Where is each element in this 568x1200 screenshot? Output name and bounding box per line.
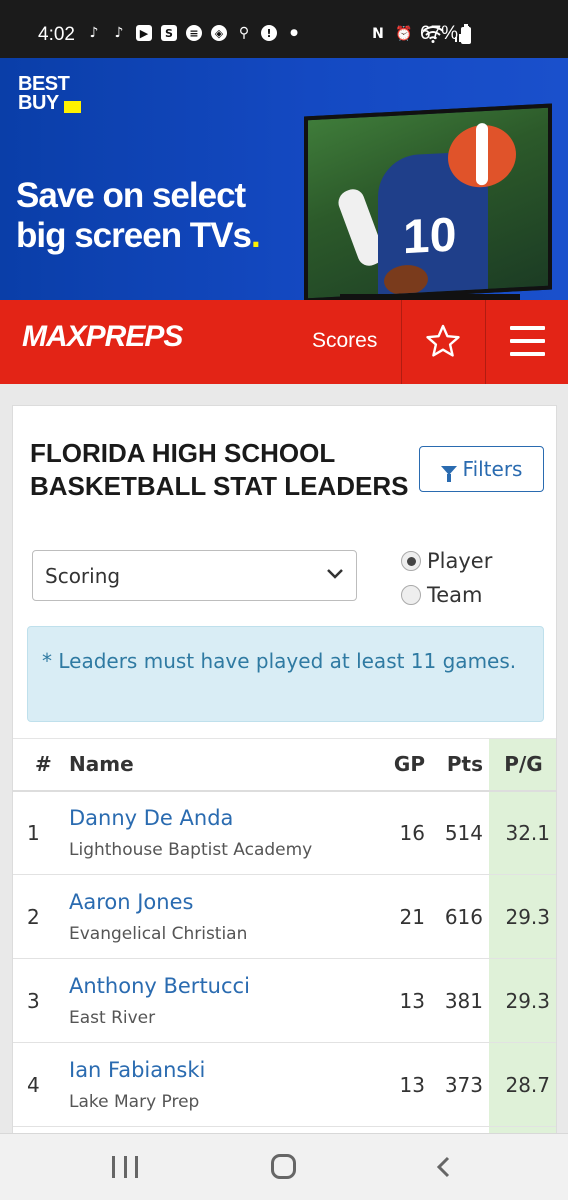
- player-school: Evangelical Christian: [69, 923, 248, 944]
- hamburger-menu-icon[interactable]: [510, 326, 545, 356]
- gp-cell: 13: [369, 958, 437, 1043]
- radio-team-option[interactable]: Team: [401, 583, 483, 607]
- rank-cell: 2: [13, 874, 69, 959]
- pg-cell: 29.3: [489, 874, 556, 959]
- player-school: Lake Mary Prep: [69, 1091, 200, 1112]
- alarm-icon: ⏰: [395, 26, 413, 42]
- gp-cell: 16: [369, 790, 437, 875]
- gp-cell: 21: [369, 874, 437, 959]
- pg-cell: 29.3: [489, 958, 556, 1043]
- bestbuy-tag-icon: [64, 101, 81, 113]
- radio-player-option[interactable]: Player: [401, 549, 492, 573]
- recent-apps-icon[interactable]: [112, 1156, 138, 1178]
- pg-cell: 28.7: [489, 1042, 556, 1127]
- ad-headline: Save on select big screen TVs.: [16, 176, 261, 255]
- stat-leaders-card: FLORIDA HIGH SCHOOL BASKETBALL STAT LEAD…: [12, 405, 557, 1165]
- battery-icon: [461, 24, 471, 44]
- youtube-icon: ▶: [136, 25, 152, 41]
- tiktok-icon: ♪: [114, 25, 124, 41]
- back-icon[interactable]: [434, 1156, 454, 1178]
- alert-icon: !: [261, 25, 277, 41]
- tv-image: 10: [304, 103, 552, 300]
- filters-button[interactable]: Filters: [419, 446, 544, 492]
- table-header-row: # Name GP Pts P/G: [13, 738, 556, 792]
- bestbuy-logo: BEST BUY: [18, 73, 70, 114]
- player-name-link[interactable]: Ian Fabianski: [69, 1058, 369, 1082]
- location-icon: ⚲: [238, 25, 250, 41]
- jersey-number: 10: [403, 208, 457, 265]
- col-rank-header: #: [13, 738, 69, 792]
- filter-icon: [440, 465, 457, 482]
- table-row: 3 Anthony Bertucci East River 13 381 29.…: [13, 958, 556, 1043]
- rank-cell: 3: [13, 958, 69, 1043]
- pts-cell: 373: [437, 1042, 489, 1127]
- table-row: 4 Ian Fabianski Lake Mary Prep 13 373 28…: [13, 1042, 556, 1127]
- stat-category-value: Scoring: [45, 564, 121, 588]
- pts-cell: 514: [437, 790, 489, 875]
- player-cell: Danny De Anda Lighthouse Baptist Academy: [69, 790, 369, 875]
- news-icon: ≡: [186, 25, 202, 41]
- player-cell: Anthony Bertucci East River: [69, 958, 369, 1043]
- page-title: FLORIDA HIGH SCHOOL BASKETBALL STAT LEAD…: [30, 438, 409, 501]
- col-gp-header[interactable]: GP: [369, 738, 437, 792]
- home-icon[interactable]: [271, 1154, 296, 1179]
- player-cell: Aaron Jones Evangelical Christian: [69, 874, 369, 959]
- scores-link[interactable]: Scores: [312, 329, 377, 353]
- star-icon[interactable]: [425, 323, 461, 359]
- col-pts-header[interactable]: Pts: [437, 738, 489, 792]
- radio-player-label: Player: [427, 549, 493, 573]
- maxpreps-logo[interactable]: MAXPREPS: [22, 320, 183, 354]
- table-row: 2 Aaron Jones Evangelical Christian 21 6…: [13, 874, 556, 959]
- notification-icons: ♪ ♪ ▶ S ≡ ◈ ⚲ ! ●: [86, 25, 302, 41]
- system-nav-bar: [0, 1133, 568, 1200]
- rank-cell: 4: [13, 1042, 69, 1127]
- col-name-header: Name: [69, 738, 369, 792]
- status-time: 4:02: [38, 24, 75, 45]
- chase-icon: ◈: [211, 25, 227, 41]
- player-name-link[interactable]: Anthony Bertucci: [69, 974, 369, 998]
- tiktok-icon: ♪: [89, 25, 99, 41]
- player-name-link[interactable]: Danny De Anda: [69, 806, 369, 830]
- pts-cell: 616: [437, 874, 489, 959]
- pg-cell: 32.1: [489, 790, 556, 875]
- filters-button-label: Filters: [462, 457, 523, 481]
- player-school: Lighthouse Baptist Academy: [69, 839, 313, 860]
- table-row: 1 Danny De Anda Lighthouse Baptist Acade…: [13, 790, 556, 875]
- s-app-icon: S: [161, 25, 177, 41]
- nfc-icon: N: [372, 26, 384, 42]
- rank-cell: 1: [13, 790, 69, 875]
- site-header: MAXPREPS Scores: [0, 300, 568, 384]
- leaders-note: * Leaders must have played at least 11 g…: [27, 626, 544, 722]
- radio-team[interactable]: [401, 585, 421, 605]
- col-pg-header[interactable]: P/G: [489, 738, 556, 792]
- pts-cell: 381: [437, 958, 489, 1043]
- stat-category-select[interactable]: Scoring: [32, 550, 357, 601]
- status-bar: 4:02 ♪ ♪ ▶ S ≡ ◈ ⚲ ! ● N ⏰ 67%: [0, 0, 568, 58]
- ad-banner[interactable]: BEST BUY Save on select big screen TVs. …: [0, 58, 568, 300]
- radio-player[interactable]: [401, 551, 421, 571]
- player-cell: Ian Fabianski Lake Mary Prep: [69, 1042, 369, 1127]
- gp-cell: 13: [369, 1042, 437, 1127]
- chevron-down-icon: [327, 569, 343, 579]
- stat-leaders-table: # Name GP Pts P/G 1 Danny De Anda Lighth…: [13, 738, 556, 1164]
- player-name-link[interactable]: Aaron Jones: [69, 890, 369, 914]
- player-school: East River: [69, 1007, 156, 1028]
- dot-icon: ●: [290, 28, 298, 38]
- radio-team-label: Team: [427, 583, 483, 607]
- battery-percent: 67%: [420, 23, 459, 44]
